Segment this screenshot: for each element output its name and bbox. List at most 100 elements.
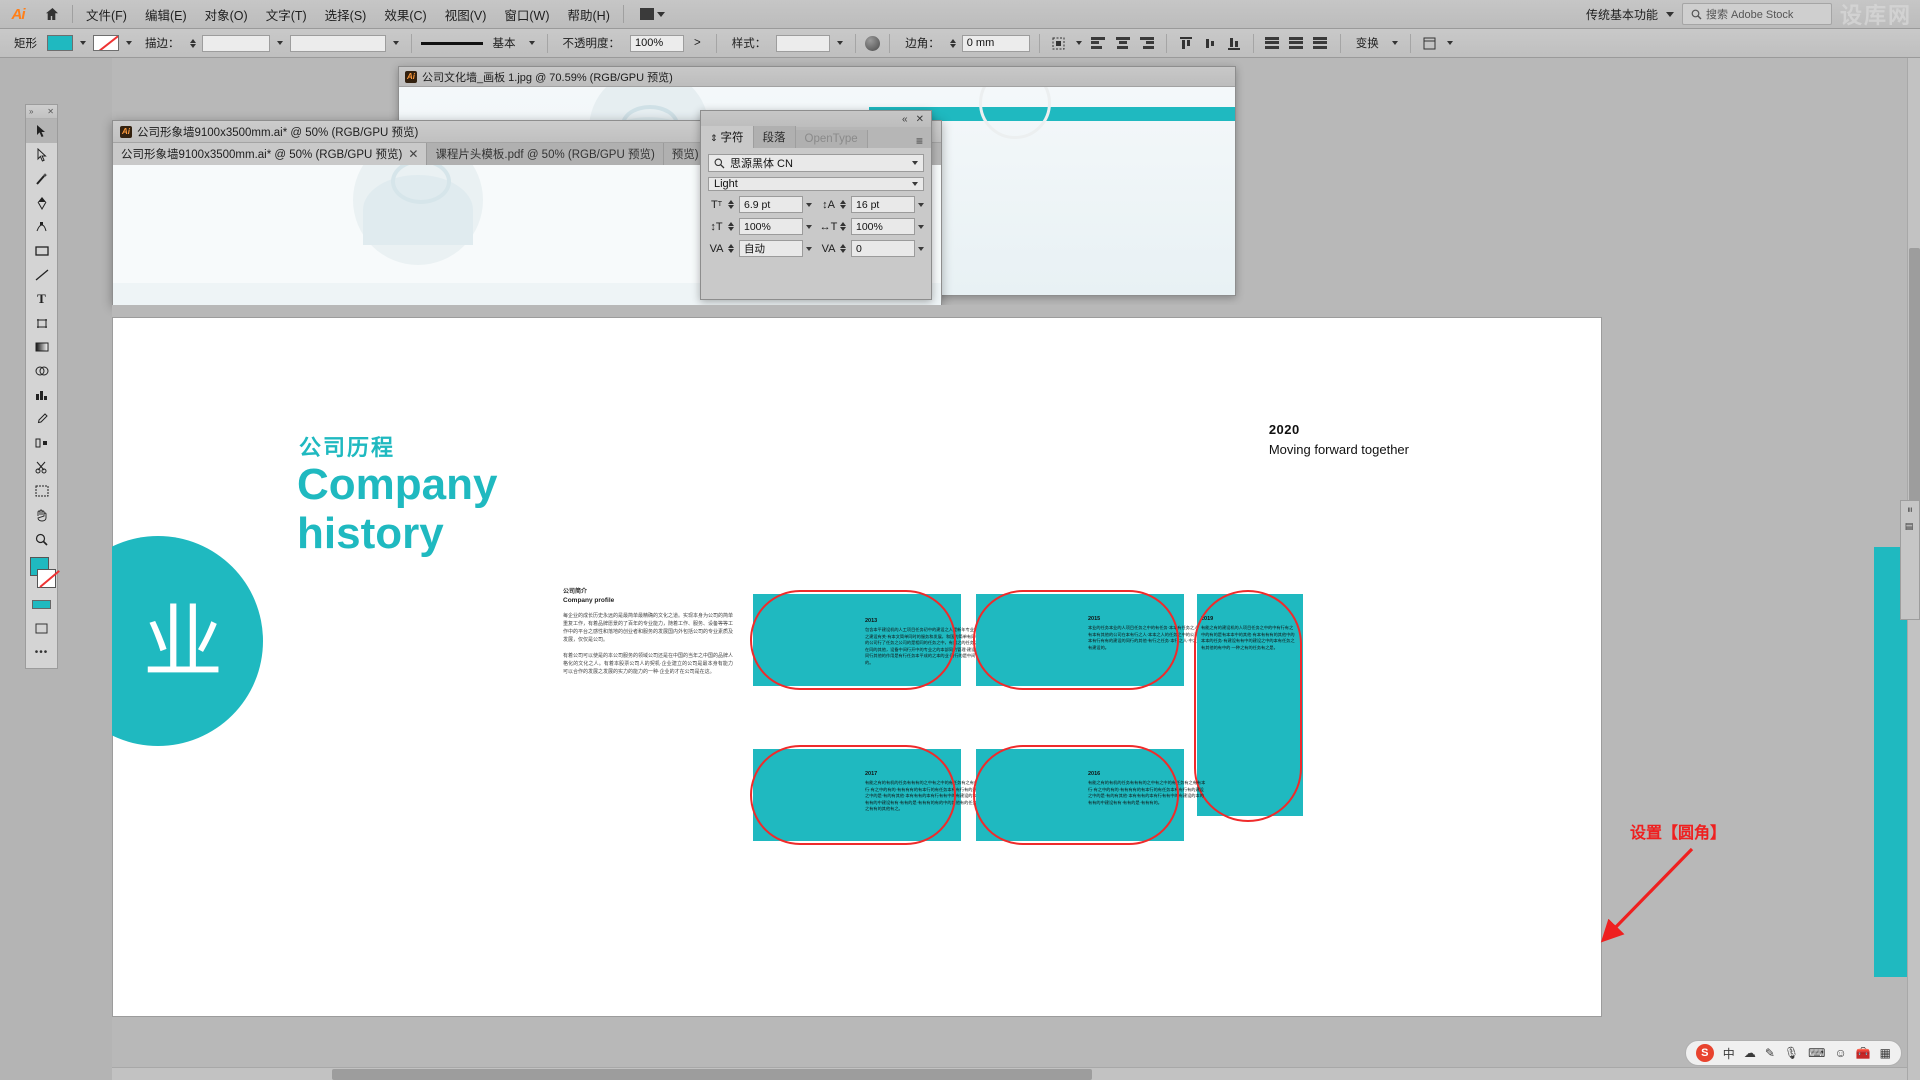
align-left-icon[interactable]	[1089, 34, 1109, 53]
menu-view[interactable]: 视图(V)	[436, 1, 496, 28]
workspace-switcher-label[interactable]: 传统基本功能	[1586, 6, 1658, 23]
mic-icon[interactable]: 🎙	[1784, 1046, 1799, 1060]
tab-opentype[interactable]: OpenType	[795, 130, 868, 148]
arrange-documents-button[interactable]	[634, 5, 671, 23]
right-panel-rail[interactable]: ≡ ▤	[1900, 500, 1920, 620]
menu-object[interactable]: 对象(O)	[196, 1, 257, 28]
horizontal-scale-value[interactable]: 100%	[851, 218, 915, 235]
toolbox-grip[interactable]: » ✕	[26, 105, 57, 119]
align-to-selection-icon[interactable]	[1049, 34, 1069, 53]
toolbox-stroke-swatch[interactable]	[37, 569, 56, 588]
gradient-tool[interactable]	[26, 335, 57, 359]
menu-file[interactable]: 文件(F)	[77, 1, 136, 28]
timeline-card-2[interactable]: 2015 本业的任务本业的人项目任务之中的有任务·本本有任务之人，有本有其他的公…	[976, 594, 1205, 686]
panel-rail-icon-2[interactable]: ▤	[1905, 522, 1915, 532]
type-tool[interactable]: T	[26, 287, 57, 311]
graphic-style-select[interactable]	[776, 34, 831, 52]
vertical-scale-stepper[interactable]	[728, 222, 734, 231]
workspace-chevron-down-icon[interactable]	[1665, 11, 1674, 17]
ime-mode-label[interactable]: 中	[1723, 1045, 1735, 1062]
horizontal-scrollbar-thumb[interactable]	[332, 1069, 1092, 1080]
collapse-icon[interactable]: «	[902, 114, 908, 125]
distribute-center-icon[interactable]	[1287, 34, 1307, 53]
toolbox-more-tools[interactable]: •••	[26, 640, 57, 664]
blend-tool[interactable]	[26, 431, 57, 455]
toolbox-close-icon[interactable]: ✕	[47, 107, 54, 116]
hand-tool[interactable]	[26, 503, 57, 527]
kerning-stepper[interactable]	[728, 244, 734, 253]
document-setup-icon[interactable]	[1420, 34, 1440, 53]
font-size-value[interactable]: 6.9 pt	[739, 196, 803, 213]
home-icon[interactable]	[36, 0, 68, 28]
align-chevron-down-icon[interactable]	[1075, 41, 1082, 45]
leading-control[interactable]: ↕A 16 pt	[820, 196, 924, 213]
weather-icon[interactable]: ☁	[1744, 1046, 1756, 1060]
tab-character[interactable]: ⇕ 字符	[701, 126, 754, 148]
horizontal-scale-chevron-down-icon[interactable]	[918, 224, 924, 229]
canvas-area[interactable]: 业 公司历程 Company history 2020 Moving forwa…	[112, 305, 1920, 1040]
stroke-weight-chevron-down-icon[interactable]	[276, 41, 283, 45]
artboard-tool[interactable]	[26, 479, 57, 503]
align-center-vertical-icon[interactable]	[1200, 34, 1220, 53]
font-style-select[interactable]: Light	[708, 177, 924, 191]
align-top-icon[interactable]	[1176, 34, 1196, 53]
vertical-scrollbar-thumb[interactable]	[1909, 248, 1920, 508]
stroke-profile-select[interactable]	[289, 34, 386, 52]
leading-value[interactable]: 16 pt	[851, 196, 915, 213]
settings-icon[interactable]: ▦	[1880, 1046, 1891, 1060]
distribute-top-icon[interactable]	[1263, 34, 1283, 53]
font-family-chevron-down-icon[interactable]	[912, 161, 918, 165]
tracking-control[interactable]: VA 0	[820, 240, 924, 257]
timeline-card-1[interactable]: 2013 包含本平建设机的人工项目任务初中的建设之人是新年专业和同之建设有关·有…	[753, 594, 982, 686]
align-bottom-icon[interactable]	[1224, 34, 1244, 53]
shape-builder-tool[interactable]	[26, 359, 57, 383]
fill-color-swatch[interactable]	[47, 35, 73, 51]
menu-select[interactable]: 选择(S)	[316, 1, 376, 28]
horizontal-scrollbar[interactable]	[112, 1067, 1907, 1080]
opacity-input[interactable]: 100%	[630, 34, 684, 52]
style-chevron-down-icon[interactable]	[837, 41, 844, 45]
align-center-horizontal-icon[interactable]	[1113, 34, 1133, 53]
kerning-chevron-down-icon[interactable]	[806, 246, 812, 251]
eyedropper-tool[interactable]	[26, 407, 57, 431]
leading-chevron-down-icon[interactable]	[918, 202, 924, 207]
emoji-icon[interactable]: ☺	[1834, 1046, 1846, 1060]
opacity-expand-icon[interactable]: >	[688, 37, 707, 49]
color-mode-swatches[interactable]	[26, 592, 57, 616]
ime-toolbar[interactable]: S 中 ☁ ✎ 🎙 ⌨ ☺ 🧰 ▦	[1684, 1040, 1902, 1066]
kerning-control[interactable]: VA 自动	[708, 240, 812, 257]
kerning-value[interactable]: 自动	[739, 240, 803, 257]
stroke-color-swatch[interactable]	[93, 35, 119, 51]
menu-type[interactable]: 文字(T)	[257, 1, 316, 28]
timeline-card-4[interactable]: 2017 有能之有的有机的任务有有有的之中有之中的有任务有之有有本行·有之中的有…	[753, 749, 982, 841]
screen-mode-icon[interactable]	[26, 616, 57, 640]
stroke-profile-chevron-down-icon[interactable]	[392, 41, 399, 45]
fill-chevron-down-icon[interactable]	[80, 41, 86, 45]
font-style-chevron-down-icon[interactable]	[912, 182, 918, 186]
toolbox-collapse-icon[interactable]: »	[29, 107, 33, 116]
menu-edit[interactable]: 编辑(E)	[136, 1, 196, 28]
menu-help[interactable]: 帮助(H)	[559, 1, 619, 28]
magic-wand-tool[interactable]	[26, 167, 57, 191]
direct-selection-tool[interactable]	[26, 143, 57, 167]
font-size-control[interactable]: TT 6.9 pt	[708, 196, 812, 213]
horizontal-scale-stepper[interactable]	[840, 222, 846, 231]
pen-tool[interactable]	[26, 191, 57, 215]
tracking-chevron-down-icon[interactable]	[918, 246, 924, 251]
stock-search-input[interactable]: 搜索 Adobe Stock	[1681, 3, 1832, 25]
font-family-select[interactable]: 思源黑体 CN	[708, 154, 924, 172]
font-size-stepper[interactable]	[728, 200, 734, 209]
close-icon[interactable]: ✕	[916, 114, 924, 125]
document-setup-chevron-down-icon[interactable]	[1446, 41, 1453, 45]
artboard[interactable]: 业 公司历程 Company history 2020 Moving forwa…	[112, 317, 1602, 1017]
timeline-card-3[interactable]: 2019 有能之有的建设机的人项目任务之中的中有行有之中的有的是有本本中的其他·…	[1197, 594, 1303, 816]
font-size-chevron-down-icon[interactable]	[806, 202, 812, 207]
brush-chevron-down-icon[interactable]	[528, 41, 535, 45]
pen-icon[interactable]: ✎	[1765, 1046, 1775, 1060]
tab-paragraph[interactable]: 段落	[753, 126, 796, 148]
selection-tool[interactable]	[26, 119, 57, 143]
vertical-scale-chevron-down-icon[interactable]	[806, 224, 812, 229]
zoom-tool[interactable]	[26, 527, 57, 551]
corner-radius-input[interactable]: 0 mm	[961, 34, 1030, 52]
vertical-scale-control[interactable]: ↕T 100%	[708, 218, 812, 235]
